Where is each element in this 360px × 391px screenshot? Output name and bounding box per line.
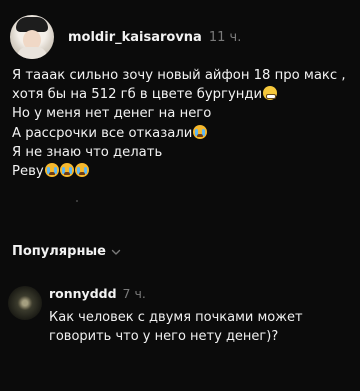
sort-dropdown[interactable]: Популярные bbox=[12, 244, 121, 259]
post-line-1: Я тааак сильно зочу новый айфон 18 про м… bbox=[12, 68, 346, 83]
separator-dot bbox=[76, 200, 78, 202]
post-line-2: хотя бы на 512 гб в цвете бургунди bbox=[12, 85, 352, 104]
post-line-4: А рассрочки все отказали bbox=[12, 124, 352, 143]
post-time: 11 ч. bbox=[208, 29, 242, 45]
threads-screen: moldir_kaisarovna 11 ч. Я тааак сильно з… bbox=[0, 0, 360, 391]
shirt-shape bbox=[17, 47, 47, 59]
post-line-5: Я не знаю что делать bbox=[12, 144, 163, 160]
author-name[interactable]: moldir_kaisarovna bbox=[68, 30, 202, 45]
post-line-3: Но у меня нет денег на него bbox=[12, 106, 212, 122]
crying-face-icon bbox=[44, 163, 59, 178]
comment-text: Как человек с двумя почками может говори… bbox=[49, 310, 303, 344]
comment-item: ronnyddd 7 ч. Как человек с двумя почкам… bbox=[8, 286, 352, 346]
chevron-down-icon bbox=[111, 249, 121, 255]
comment-author-line: ronnyddd 7 ч. bbox=[49, 286, 334, 301]
crying-face-icon bbox=[193, 124, 208, 139]
comment-author[interactable]: ronnyddd bbox=[49, 286, 117, 301]
comment-time: 7 ч. bbox=[122, 286, 146, 301]
post-body: Я тааак сильно зочу новый айфон 18 про м… bbox=[12, 66, 352, 181]
crying-face-icon bbox=[74, 163, 89, 178]
post-line-6: Реву bbox=[12, 162, 352, 181]
sort-label: Популярные bbox=[12, 244, 106, 259]
post-header: moldir_kaisarovna 11 ч. bbox=[10, 15, 241, 59]
crying-face-icon bbox=[59, 163, 74, 178]
author-line: moldir_kaisarovna 11 ч. bbox=[68, 30, 241, 45]
comment-content: ronnyddd 7 ч. Как человек с двумя почкам… bbox=[49, 286, 334, 346]
author-avatar[interactable] bbox=[10, 15, 54, 59]
commenter-avatar[interactable] bbox=[8, 286, 42, 320]
grimacing-face-icon bbox=[263, 86, 278, 101]
